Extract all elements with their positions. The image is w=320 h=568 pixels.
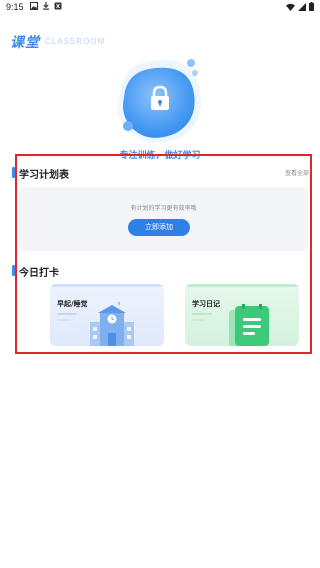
wifi-icon — [286, 3, 295, 11]
plan-empty-hint: 有计划的学习更有效率哦 — [130, 205, 197, 212]
card-decor-line — [192, 313, 212, 315]
wake-sleep-card[interactable]: 早起/睡觉 — [50, 284, 164, 346]
section-accent-bar — [12, 167, 15, 178]
image-icon — [30, 2, 38, 10]
signal-icon — [298, 2, 306, 11]
status-time: 9:15 — [6, 2, 24, 12]
plan-section-title: 学习计划表 — [19, 170, 69, 181]
card-top-strip — [50, 284, 164, 287]
app-title: 课堂 — [10, 35, 40, 51]
battery-icon — [309, 2, 314, 11]
status-bar: 9:15 — [0, 0, 320, 14]
card-decor-line — [57, 313, 77, 315]
school-building-icon — [90, 302, 134, 346]
card-decor-line — [192, 319, 206, 321]
hero-dot — [192, 70, 198, 76]
card-top-strip — [185, 284, 299, 287]
hero-illustration — [118, 59, 202, 143]
notebook-icon — [229, 304, 269, 346]
checkin-section-title: 今日打卡 — [19, 268, 59, 279]
study-diary-label: 学习日记 — [192, 300, 220, 308]
app-screen: 9:15 课堂 CLASSROOM 专注训练，做好学习 学习计划表 查看全部 有… — [0, 0, 320, 568]
status-right-icons — [286, 2, 314, 11]
section-accent-bar — [12, 265, 15, 276]
card-decor-line — [57, 319, 71, 321]
study-diary-card[interactable]: 学习日记 — [185, 284, 299, 346]
hero-dot — [187, 59, 195, 67]
app-subtitle: CLASSROOM — [45, 37, 106, 46]
hero-dot — [123, 121, 133, 131]
wake-sleep-label: 早起/睡觉 — [57, 300, 88, 308]
download-icon — [43, 2, 49, 10]
add-plan-button[interactable]: 立即添加 — [128, 219, 190, 236]
plan-card: 有计划的学习更有效率哦 立即添加 — [19, 187, 308, 251]
app-icon — [54, 2, 62, 10]
view-all-link[interactable]: 查看全部 — [285, 168, 309, 177]
